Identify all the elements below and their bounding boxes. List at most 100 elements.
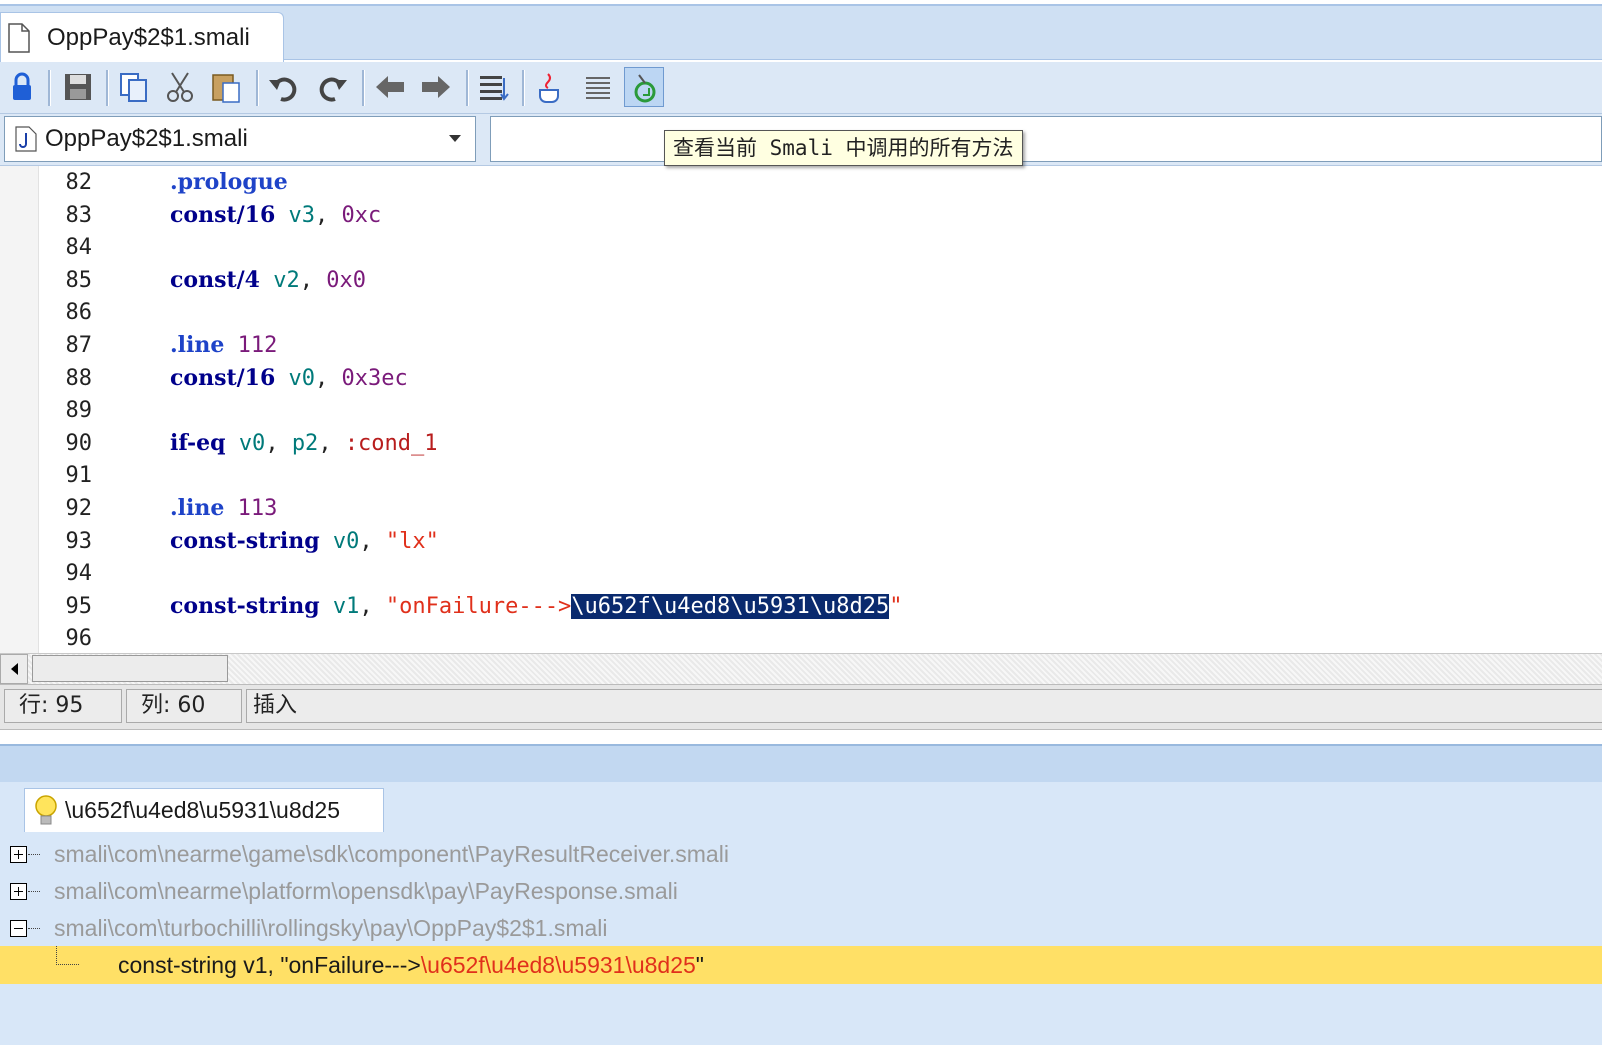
lock-button[interactable] bbox=[2, 67, 42, 107]
status-column: 列: 60 bbox=[126, 689, 242, 723]
tree-connector bbox=[28, 891, 40, 892]
file-dropdown-value: OppPay$2$1.smali bbox=[45, 125, 248, 152]
code-token: 0x0 bbox=[326, 267, 366, 293]
code-text: .line 112 bbox=[170, 329, 277, 362]
code-token: v3 bbox=[288, 202, 316, 228]
line-number: 96 bbox=[65, 626, 93, 652]
copy-button[interactable] bbox=[114, 67, 154, 107]
code-token: , bbox=[299, 267, 327, 293]
code-line[interactable]: 92 .line 113 bbox=[0, 492, 1602, 525]
code-token: "onFailure---> bbox=[385, 593, 572, 619]
code-line[interactable]: 82 .prologue bbox=[0, 166, 1602, 199]
scroll-left-button[interactable] bbox=[0, 654, 28, 684]
format-icon bbox=[480, 76, 509, 101]
line-number: 86 bbox=[65, 300, 93, 326]
forward-button[interactable] bbox=[416, 67, 456, 107]
results-tab-label: \u652f\u4ed8\u5931\u8d25 bbox=[65, 797, 340, 823]
code-line[interactable]: 87 .line 112 bbox=[0, 329, 1602, 362]
code-token: \u652f\u4ed8\u5931\u8d25 bbox=[571, 593, 890, 619]
paste-button[interactable] bbox=[206, 67, 246, 107]
view-methods-button[interactable] bbox=[624, 67, 664, 107]
java-button[interactable] bbox=[530, 67, 570, 107]
code-token: const-string bbox=[170, 592, 320, 619]
line-number: 95 bbox=[65, 593, 93, 619]
horizontal-scrollbar[interactable] bbox=[0, 653, 1602, 684]
match-prefix: const-string v1, "onFailure---> bbox=[118, 952, 421, 978]
result-file-path: smali\com\nearme\platform\opensdk\pay\Pa… bbox=[54, 878, 678, 904]
line-number: 82 bbox=[65, 170, 93, 195]
code-text: const/16 v3, 0xc bbox=[170, 199, 381, 232]
line-number: 87 bbox=[65, 333, 93, 358]
code-token: p2 bbox=[291, 430, 319, 456]
tree-connector bbox=[28, 854, 40, 855]
line-number: 84 bbox=[65, 235, 93, 261]
tooltip: 查看当前 Smali 中调用的所有方法 bbox=[664, 130, 1023, 166]
back-button[interactable] bbox=[370, 67, 410, 107]
code-token: , bbox=[318, 430, 345, 456]
code-line[interactable]: 94 bbox=[0, 557, 1602, 590]
line-number: 91 bbox=[65, 463, 93, 489]
tab-file[interactable]: OppPay$2$1.smali bbox=[0, 12, 284, 63]
text-align-button[interactable] bbox=[578, 67, 618, 107]
code-editor[interactable]: 82 .prologue 83 const/16 v3, 0xc 84 85 const/4… bbox=[0, 166, 1602, 653]
java-icon bbox=[539, 73, 559, 103]
code-token: const-string bbox=[170, 527, 320, 554]
undo-icon bbox=[269, 77, 297, 102]
status-row: 行: 95 bbox=[4, 689, 122, 723]
panel-splitter[interactable] bbox=[0, 744, 1602, 784]
code-token: v0 bbox=[238, 430, 266, 456]
result-file-row[interactable]: smali\com\nearme\platform\opensdk\pay\Pa… bbox=[0, 873, 1602, 910]
expand-icon[interactable] bbox=[10, 846, 27, 863]
format-button[interactable] bbox=[474, 67, 514, 107]
code-line[interactable]: 85 const/4 v2, 0x0 bbox=[0, 264, 1602, 297]
expand-icon[interactable] bbox=[10, 883, 27, 900]
cut-button[interactable] bbox=[160, 67, 200, 107]
code-line[interactable]: 84 bbox=[0, 231, 1602, 264]
result-file-row[interactable]: smali\com\nearme\game\sdk\component\PayR… bbox=[0, 836, 1602, 873]
code-line[interactable]: 86 bbox=[0, 296, 1602, 329]
code-line[interactable]: 93 const-string v0, "lx" bbox=[0, 525, 1602, 558]
tab-strip: OppPay$2$1.smali bbox=[0, 4, 1602, 63]
code-token: 0x3ec bbox=[341, 365, 408, 391]
code-token: " bbox=[889, 593, 903, 619]
undo-button[interactable] bbox=[264, 67, 304, 107]
line-number: 88 bbox=[65, 365, 93, 391]
method-dropdown[interactable] bbox=[490, 116, 1602, 162]
result-file-row[interactable]: smali\com\turbochilli\rollingsky\pay\Opp… bbox=[0, 910, 1602, 947]
save-button[interactable] bbox=[58, 67, 98, 107]
file-dropdown[interactable]: OppPay$2$1.smali bbox=[4, 116, 476, 162]
tab-title: OppPay$2$1.smali bbox=[47, 24, 250, 51]
code-token: , bbox=[265, 430, 292, 456]
lock-icon bbox=[13, 72, 31, 100]
scrollbar-thumb[interactable] bbox=[32, 655, 228, 682]
code-token: 113 bbox=[237, 496, 278, 521]
code-line[interactable]: 90 if-eq v0, p2, :cond_1 bbox=[0, 427, 1602, 460]
code-line[interactable]: 96 bbox=[0, 622, 1602, 653]
code-line[interactable]: 89 bbox=[0, 394, 1602, 427]
code-token: v0 bbox=[332, 528, 360, 554]
line-number: 89 bbox=[65, 398, 93, 424]
code-token: , bbox=[359, 528, 386, 554]
collapse-icon[interactable] bbox=[10, 920, 27, 937]
results-tab[interactable]: \u652f\u4ed8\u5931\u8d25 bbox=[24, 788, 384, 832]
code-token: .prologue bbox=[170, 169, 288, 195]
code-token: :cond_1 bbox=[344, 430, 438, 456]
code-token: , bbox=[359, 593, 386, 619]
match-row[interactable]: const-string v1, "onFailure--->\u652f\u4… bbox=[0, 946, 1602, 984]
chevron-down-icon[interactable] bbox=[449, 135, 461, 142]
match-text: const-string v1, "onFailure--->\u652f\u4… bbox=[118, 946, 704, 984]
code-line[interactable]: 83 const/16 v3, 0xc bbox=[0, 199, 1602, 232]
tree-connector bbox=[28, 928, 40, 929]
code-text: if-eq v0, p2, :cond_1 bbox=[170, 427, 438, 460]
code-text: const/16 v0, 0x3ec bbox=[170, 362, 408, 395]
redo-button[interactable] bbox=[312, 67, 352, 107]
code-line[interactable]: 91 bbox=[0, 459, 1602, 492]
code-line[interactable]: 95 const-string v1, "onFailure--->\u652f\… bbox=[0, 590, 1602, 623]
code-line[interactable]: 88 const/16 v0, 0x3ec bbox=[0, 362, 1602, 395]
